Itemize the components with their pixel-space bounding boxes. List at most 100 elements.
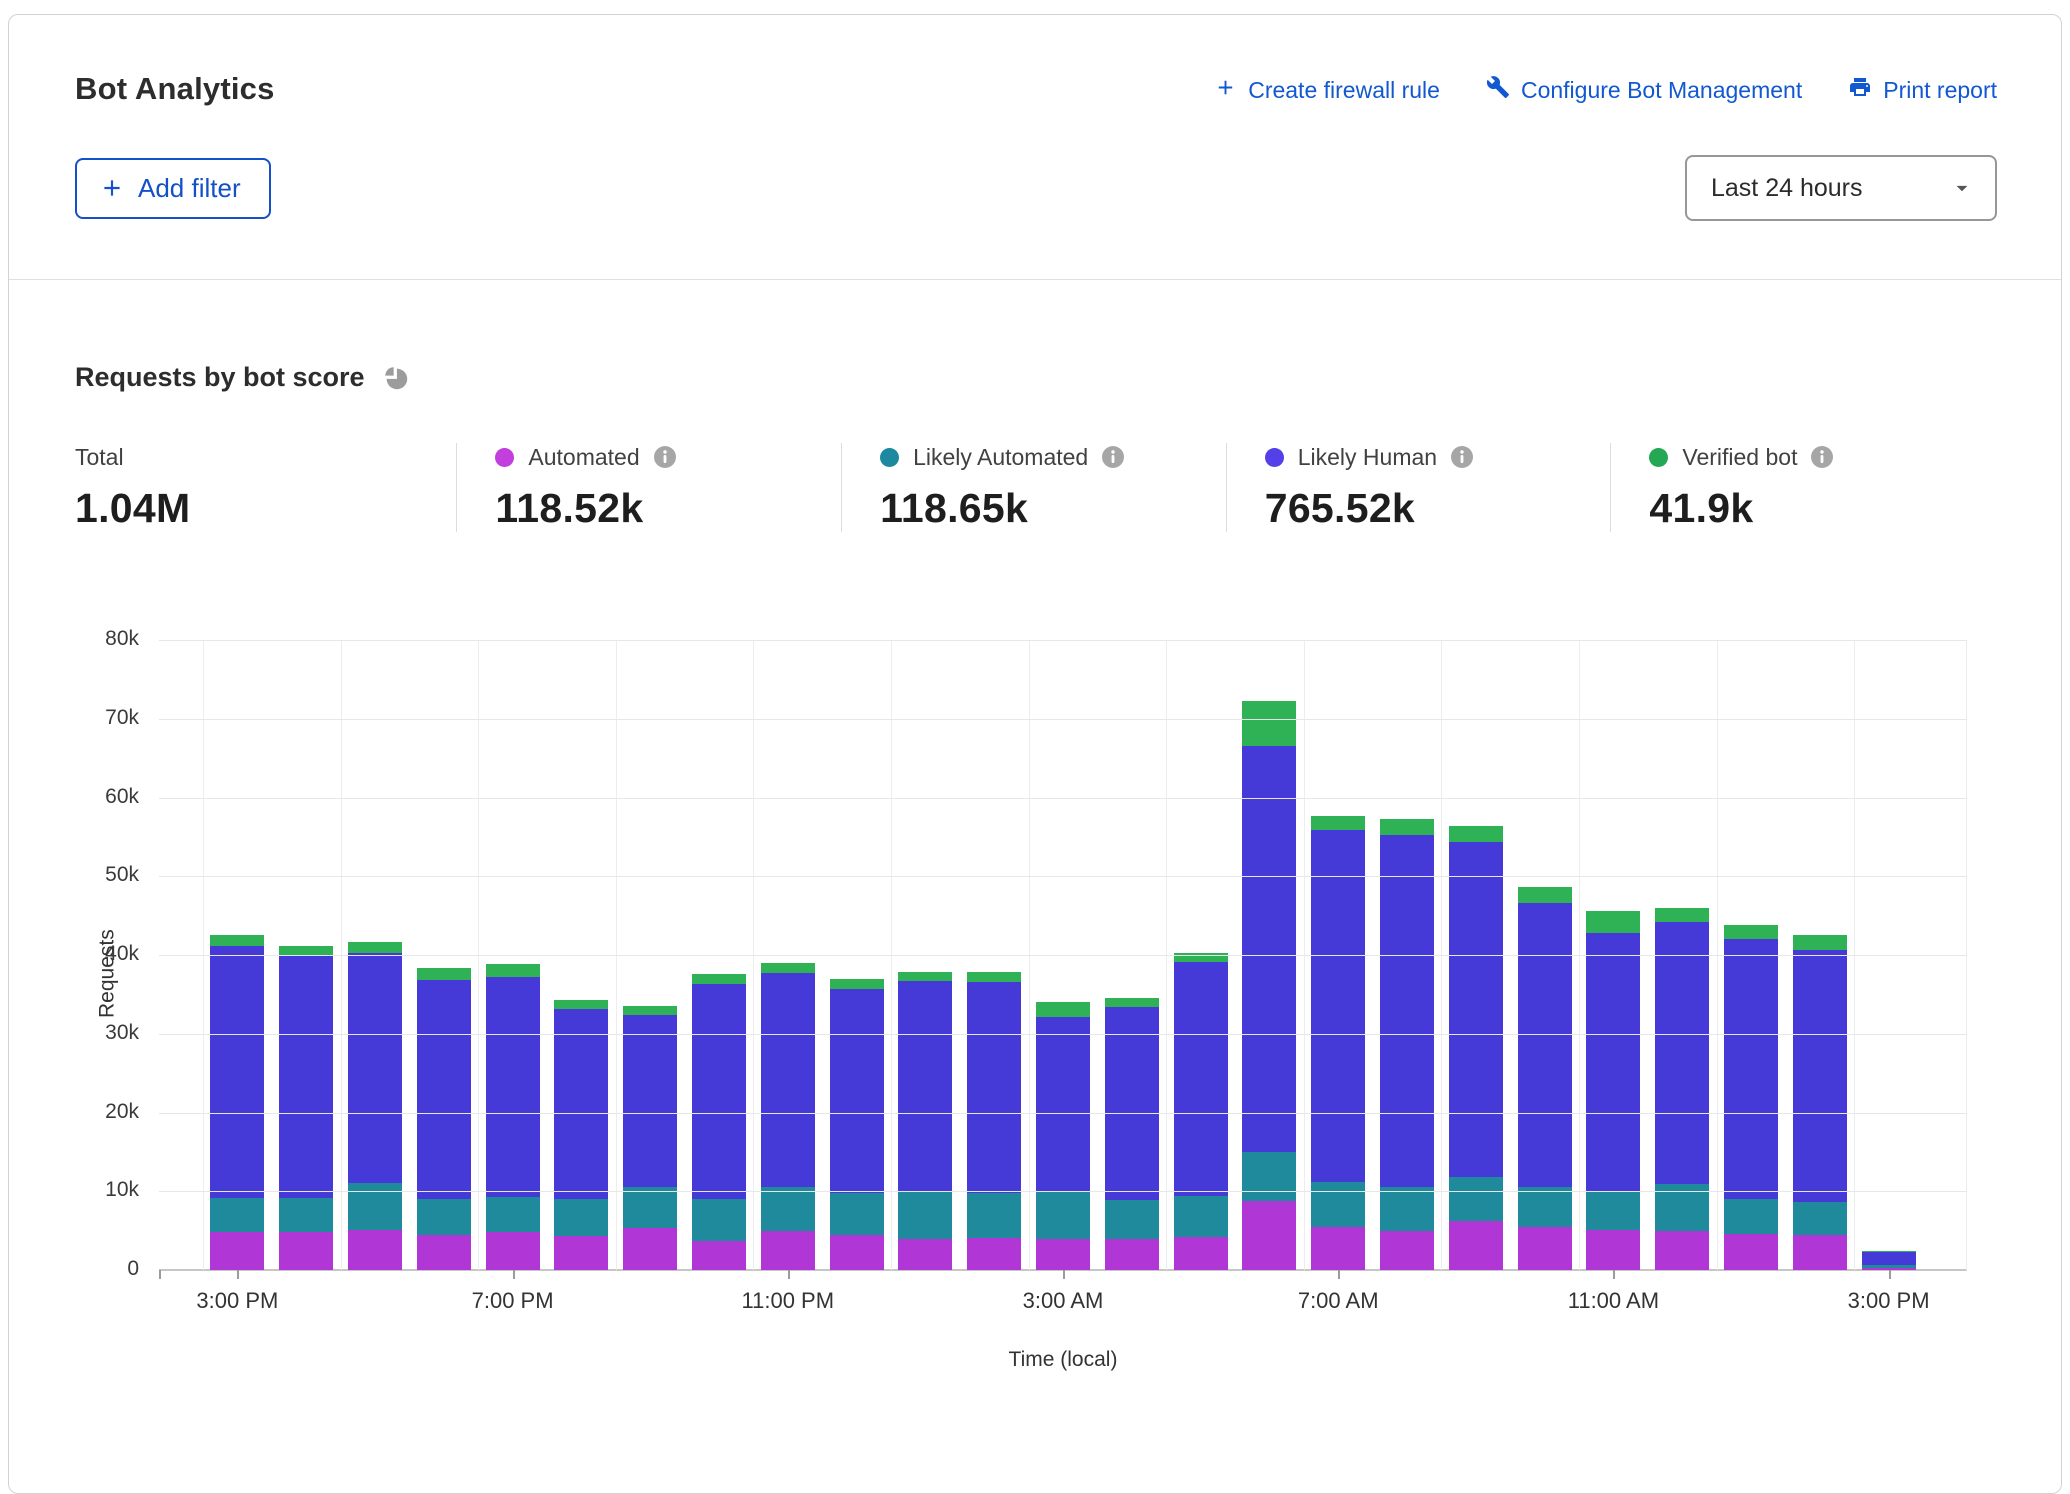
stacked-bar[interactable] [417,968,471,1270]
stacked-bar[interactable] [279,946,333,1270]
stacked-bar[interactable] [1518,887,1572,1270]
stacked-bar[interactable] [761,963,815,1270]
bar-segment-likely-automated [898,1192,952,1238]
bar-segment-likely-human [623,1015,677,1187]
bar-segment-verified-bot [830,979,884,989]
legend-dot-verified-bot [1649,448,1668,467]
bar-segment-automated [1036,1239,1090,1270]
bar-segment-likely-automated [210,1198,264,1233]
gridline-horizontal [159,640,1967,641]
bar-segment-automated [1242,1201,1296,1270]
bar-segment-likely-human [830,989,884,1193]
stat-verified-bot: Verified bot 41.9k [1610,443,1995,532]
stat-label: Likely Automated [913,444,1088,471]
create-firewall-rule-link[interactable]: Create firewall rule [1214,76,1440,105]
plus-icon [1214,76,1237,105]
bar-segment-likely-human [554,1009,608,1200]
stacked-bar[interactable] [1036,1002,1090,1270]
add-filter-button[interactable]: Add filter [75,158,271,219]
stacked-bar[interactable] [898,972,952,1270]
stat-value: 1.04M [75,485,456,532]
stat-label: Total [75,444,124,471]
bar-segment-likely-human [1242,746,1296,1152]
bar-segment-verified-bot [1105,998,1159,1007]
bar-segment-likely-human [1586,933,1640,1192]
bar-segment-automated [761,1231,815,1270]
bar-segment-likely-human [417,980,471,1199]
stacked-bar[interactable] [1242,701,1296,1270]
stacked-bar[interactable] [554,1000,608,1270]
configure-bot-management-link[interactable]: Configure Bot Management [1486,75,1802,105]
bar-segment-automated [1518,1227,1572,1270]
x-axis-title: Time (local) [159,1348,1967,1372]
stacked-bar[interactable] [692,974,746,1270]
stat-value: 118.65k [880,485,1226,532]
bar-segment-likely-automated [1449,1177,1503,1221]
bar-segment-likely-human [348,953,402,1183]
bar-segment-verified-bot [1655,908,1709,922]
axis-tick [1338,1270,1340,1279]
stacked-bar[interactable] [486,964,540,1270]
bar-segment-likely-human [761,973,815,1187]
info-icon[interactable] [1811,446,1833,468]
stacked-bar[interactable] [1862,1251,1916,1270]
gridline-horizontal [159,1113,1967,1114]
info-icon[interactable] [1102,446,1124,468]
bar-segment-likely-automated [1174,1196,1228,1237]
bar-segment-likely-human [1036,1017,1090,1191]
bar-segment-likely-automated [623,1187,677,1228]
stacked-bar[interactable] [1724,925,1778,1270]
bar-segment-automated [554,1236,608,1270]
info-icon[interactable] [1451,446,1473,468]
bar-segment-automated [623,1228,677,1270]
bar-segment-verified-bot [623,1006,677,1015]
stacked-bar[interactable] [1586,911,1640,1270]
stacked-bar[interactable] [1449,826,1503,1270]
link-label: Print report [1883,77,1997,104]
bar-segment-likely-automated [1036,1191,1090,1239]
time-range-select[interactable]: Last 24 hours [1685,155,1997,221]
gridline-horizontal [159,798,1967,799]
bar-segment-likely-human [210,946,264,1198]
bar-segment-automated [967,1238,1021,1270]
stacked-bar[interactable] [1105,998,1159,1270]
bar-segment-verified-bot [1449,826,1503,843]
bar-segment-verified-bot [1380,819,1434,835]
page-title: Bot Analytics [75,71,275,107]
bar-segment-verified-bot [1793,935,1847,950]
stacked-bar[interactable] [623,1006,677,1270]
bar-segment-verified-bot [761,963,815,973]
axis-tick [1063,1270,1065,1279]
bar-segment-automated [692,1241,746,1270]
y-tick-label: 40k [59,942,139,966]
bar-segment-likely-human [279,956,333,1198]
info-icon[interactable] [654,446,676,468]
stacked-bar[interactable] [210,935,264,1270]
bar-segment-likely-automated [486,1197,540,1232]
stacked-bar[interactable] [1380,819,1434,1270]
bar-segment-automated [898,1239,952,1271]
bar-segment-likely-automated [417,1199,471,1235]
legend-dot-automated [495,448,514,467]
bar-segment-automated [1793,1235,1847,1270]
print-report-link[interactable]: Print report [1848,75,1997,105]
stat-automated: Automated 118.52k [456,443,841,532]
stacked-bar[interactable] [1311,816,1365,1270]
stacked-bar[interactable] [348,942,402,1270]
stacked-bar[interactable] [1793,935,1847,1270]
stat-value: 765.52k [1265,485,1611,532]
bar-segment-likely-automated [1586,1192,1640,1230]
bar-segment-likely-human [1793,950,1847,1203]
bar-segment-likely-human [1862,1252,1916,1265]
stacked-bar[interactable] [1655,908,1709,1270]
stacked-bar[interactable] [1174,953,1228,1270]
bar-segment-verified-bot [554,1000,608,1009]
y-tick-label: 50k [59,863,139,887]
bar-segment-verified-bot [967,972,1021,981]
bar-segment-verified-bot [348,942,402,954]
bar-segment-likely-automated [279,1198,333,1233]
header-actions: Create firewall rule Configure Bot Manag… [1214,75,1997,105]
stat-label: Verified bot [1682,444,1797,471]
stacked-bar[interactable] [830,979,884,1270]
stacked-bar[interactable] [967,972,1021,1270]
